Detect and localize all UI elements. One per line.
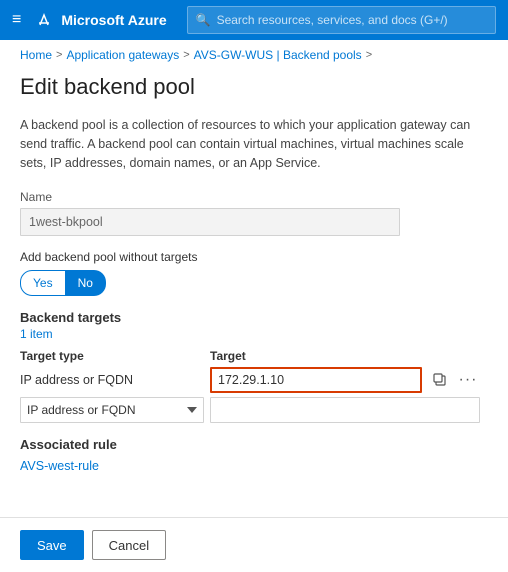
target-actions: ··· <box>428 368 480 392</box>
breadcrumb-sep-3: > <box>366 49 372 61</box>
new-target-row: IP address or FQDN <box>20 397 480 423</box>
breadcrumb-avs-gw[interactable]: AVS-GW-WUS | Backend pools <box>194 48 362 62</box>
associated-rule-section: Associated rule AVS-west-rule <box>20 437 488 473</box>
search-placeholder-text: Search resources, services, and docs (G+… <box>217 13 448 27</box>
backend-targets-title: Backend targets <box>20 310 488 325</box>
cancel-button[interactable]: Cancel <box>92 530 166 560</box>
name-input[interactable] <box>20 208 400 236</box>
target-value-cell <box>210 367 422 393</box>
save-button[interactable]: Save <box>20 530 84 560</box>
toggle-section: Add backend pool without targets Yes No <box>20 250 488 296</box>
nav-bar: ≡ Microsoft Azure 🔍 Search resources, se… <box>0 0 508 40</box>
nav-logo: Microsoft Azure <box>33 9 166 31</box>
copy-icon <box>433 373 447 387</box>
hamburger-icon[interactable]: ≡ <box>12 11 21 29</box>
breadcrumb-app-gateways[interactable]: Application gateways <box>66 48 179 62</box>
ellipsis-icon: ··· <box>459 371 478 389</box>
more-options-button[interactable]: ··· <box>456 368 480 392</box>
search-bar[interactable]: 🔍 Search resources, services, and docs (… <box>187 6 496 34</box>
table-row: IP address or FQDN ··· <box>20 367 480 393</box>
action-buttons: Save Cancel <box>0 517 508 572</box>
breadcrumb-sep-2: > <box>183 49 189 61</box>
targets-table: Target type Target IP address or FQDN <box>20 349 480 423</box>
backend-targets-section: Backend targets 1 item Target type Targe… <box>20 310 488 423</box>
targets-header: Target type Target <box>20 349 480 363</box>
toggle-row: Yes No <box>20 270 488 296</box>
col-header-target: Target <box>210 349 480 363</box>
associated-rule-link[interactable]: AVS-west-rule <box>20 459 99 473</box>
name-field-group: Name <box>20 190 488 236</box>
toggle-label: Add backend pool without targets <box>20 250 488 264</box>
nav-logo-text: Microsoft Azure <box>61 12 166 28</box>
breadcrumb: Home > Application gateways > AVS-GW-WUS… <box>0 40 508 66</box>
breadcrumb-sep-1: > <box>56 49 62 61</box>
col-header-target-type: Target type <box>20 349 210 363</box>
target-ip-input[interactable] <box>210 367 422 393</box>
item-count: 1 item <box>20 327 488 341</box>
toggle-no-button[interactable]: No <box>66 270 106 296</box>
description-text: A backend pool is a collection of resour… <box>20 116 480 172</box>
new-target-input[interactable] <box>210 397 480 423</box>
breadcrumb-home[interactable]: Home <box>20 48 52 62</box>
search-icon: 🔍 <box>196 13 211 27</box>
page-content: Edit backend pool A backend pool is a co… <box>0 66 508 517</box>
associated-rule-title: Associated rule <box>20 437 488 452</box>
azure-logo-icon <box>33 9 55 31</box>
page-title: Edit backend pool <box>20 74 488 100</box>
name-label: Name <box>20 190 488 204</box>
toggle-yes-button[interactable]: Yes <box>20 270 66 296</box>
copy-icon-button[interactable] <box>428 368 452 392</box>
new-target-type-select[interactable]: IP address or FQDN <box>20 397 204 423</box>
target-type-value: IP address or FQDN <box>20 373 204 387</box>
